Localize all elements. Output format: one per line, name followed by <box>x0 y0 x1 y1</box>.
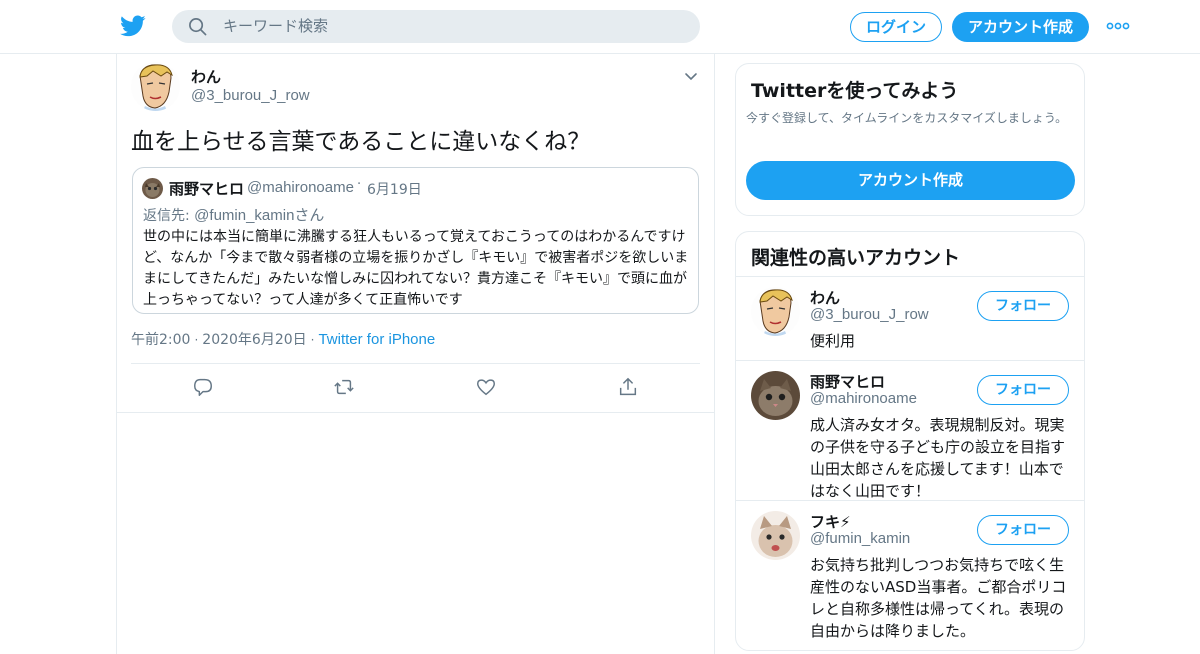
quoted-author-handle: @mahironoame <box>247 179 354 196</box>
follow-button[interactable]: フォロー <box>977 291 1069 321</box>
share-icon[interactable] <box>617 376 639 398</box>
account-handle[interactable]: @mahironoame <box>810 390 917 407</box>
account-handle[interactable]: @fumin_kamin <box>810 530 910 547</box>
avatar <box>142 178 163 199</box>
avatar[interactable] <box>131 62 180 111</box>
list-item[interactable]: フキ⚡ @fumin_kamin お気持ち批判しつつお気持ちで呟く生産性のないA… <box>736 500 1084 652</box>
account-name[interactable]: 雨野マヒロ <box>810 371 885 392</box>
quoted-tweet[interactable]: 雨野マヒロ @mahironoame · 6月19日 返信先: @fumin_k… <box>132 167 699 314</box>
search-box[interactable]: キーワード検索 <box>172 10 700 43</box>
account-name[interactable]: わん <box>810 287 840 308</box>
like-icon[interactable] <box>475 376 497 398</box>
account-handle[interactable]: @3_burou_J_row <box>810 306 929 323</box>
avatar[interactable] <box>751 511 800 560</box>
related-accounts-card: 関連性の高いアカウント わん @3_burou_J_row 便利用 フォロー 雨… <box>735 231 1085 651</box>
list-item[interactable]: わん @3_burou_J_row 便利用 フォロー <box>736 276 1084 360</box>
reply-icon[interactable] <box>192 376 214 398</box>
tweet-metadata: 午前2:00 · 2020年6月20日 · Twitter for iPhone <box>131 329 435 349</box>
twitter-bird-icon[interactable] <box>120 13 146 39</box>
follow-button[interactable]: フォロー <box>977 515 1069 545</box>
separator-dot: · <box>310 333 315 347</box>
divider <box>131 363 700 364</box>
quoted-text: 世の中には本当に簡単に沸騰する狂人もいるって覚えておこうってのはわかるんですけど… <box>143 229 689 308</box>
top-nav-bar: キーワード検索 ログイン アカウント作成 <box>0 0 1200 54</box>
avatar[interactable] <box>751 371 800 420</box>
tweet-time[interactable]: 午前2:00 <box>131 332 190 348</box>
signup-button[interactable]: アカウント作成 <box>952 12 1089 42</box>
tweet-actions <box>117 376 714 400</box>
tweet-text: 血を上らせる言葉であることに違いなくね？ <box>131 129 591 155</box>
signup-card-subtitle: 今すぐ登録して、タイムラインをカスタマイズしましょう。 <box>746 111 1068 125</box>
signup-card-button[interactable]: アカウント作成 <box>746 161 1075 200</box>
divider <box>117 412 714 413</box>
tweet-column: わん @3_burou_J_row 血を上らせる言葉であることに違いなくね？ 雨… <box>116 54 715 654</box>
reply-context: 返信先: @fumin_kaminさん <box>143 204 324 225</box>
quoted-author-name: 雨野マヒロ <box>169 180 245 198</box>
tweet-source-link[interactable]: Twitter for iPhone <box>318 331 435 348</box>
quoted-date: 6月19日 <box>367 182 422 198</box>
search-icon <box>189 18 207 36</box>
follow-button[interactable]: フォロー <box>977 375 1069 405</box>
author-name[interactable]: わん <box>191 66 221 87</box>
signup-card-title: Twitterを使ってみよう <box>751 80 959 102</box>
account-bio: 成人済み女オタ。表現規制反対。現実の子供を守る子ども庁の設立を目指す山田太郎さん… <box>810 416 1066 500</box>
login-button[interactable]: ログイン <box>850 12 942 42</box>
author-handle[interactable]: @3_burou_J_row <box>191 87 310 104</box>
retweet-icon[interactable] <box>333 376 355 398</box>
search-input[interactable]: キーワード検索 <box>223 17 328 36</box>
more-dots-icon[interactable] <box>1106 19 1130 33</box>
related-accounts-title: 関連性の高いアカウント <box>751 247 961 269</box>
tweet-date[interactable]: 2020年6月20日 <box>202 332 306 348</box>
reply-label: 返信先: <box>143 208 195 224</box>
signup-card: Twitterを使ってみよう 今すぐ登録して、タイムラインをカスタマイズしましょ… <box>735 63 1085 216</box>
list-item[interactable]: 雨野マヒロ @mahironoame 成人済み女オタ。表現規制反対。現実の子供を… <box>736 360 1084 500</box>
account-bio: 便利用 <box>810 332 856 350</box>
avatar[interactable] <box>751 287 800 336</box>
account-name[interactable]: フキ⚡ <box>810 511 851 532</box>
separator-dot: · <box>194 333 199 347</box>
chevron-down-icon[interactable] <box>683 70 699 82</box>
reply-to-handle[interactable]: @fumin_kaminさん <box>194 207 324 224</box>
account-bio: お気持ち批判しつつお気持ちで呟く生産性のないASD当事者。ご都合ポリコレと自称多… <box>810 556 1067 640</box>
separator-dot: · <box>357 177 362 192</box>
